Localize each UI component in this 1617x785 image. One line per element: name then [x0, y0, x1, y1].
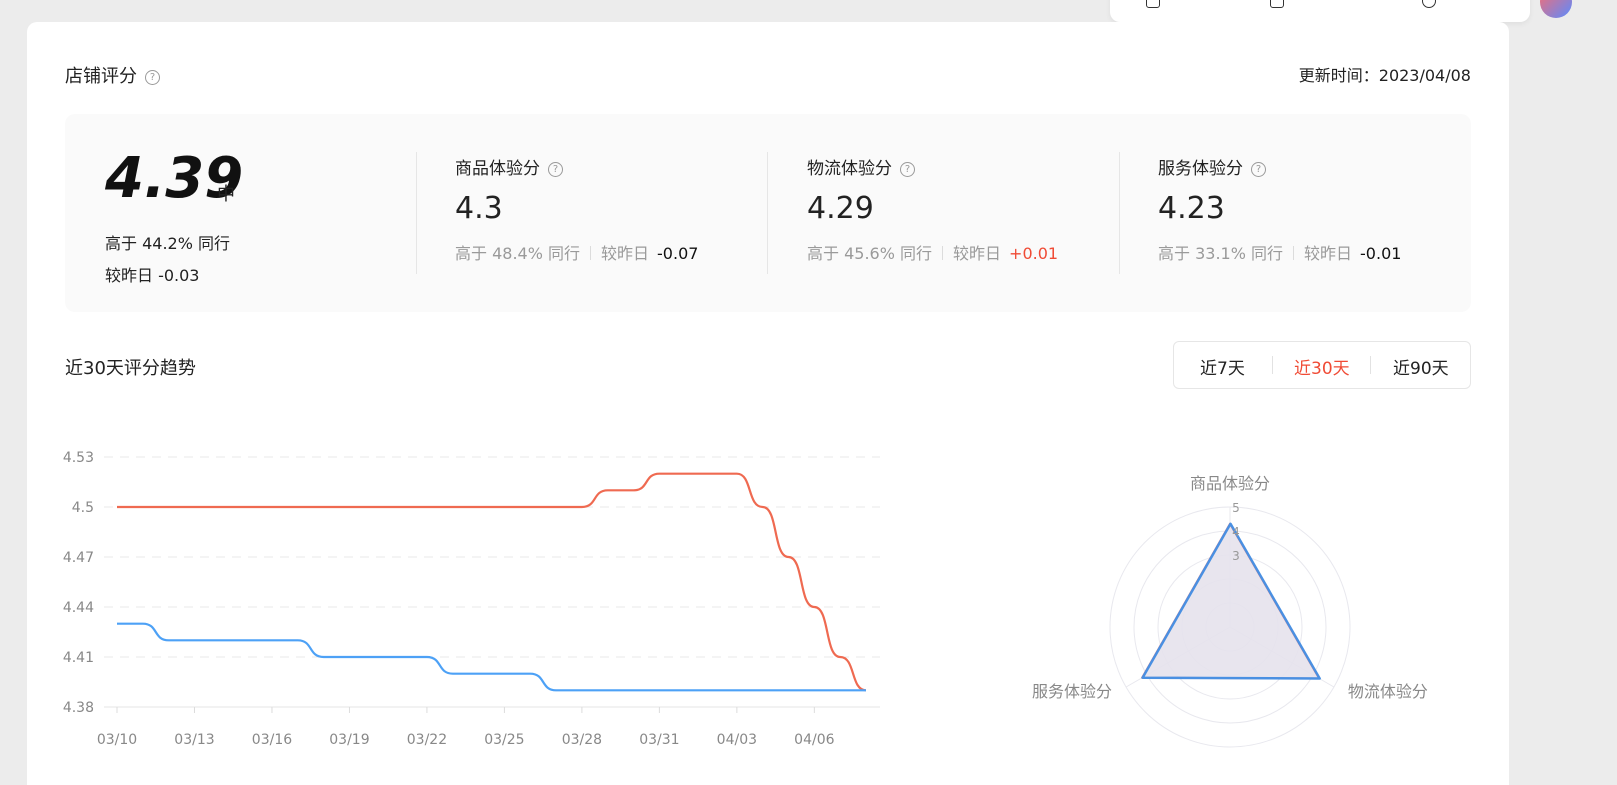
radar-axis-label: 物流体验分: [1348, 682, 1428, 701]
radar-tick-label: 3: [1232, 549, 1240, 563]
series-line-red: [117, 472, 867, 692]
x-tick-label: 04/03: [717, 732, 757, 748]
y-tick-label: 4.53: [63, 450, 94, 466]
y-tick-label: 4.38: [63, 700, 94, 716]
y-tick-label: 4.44: [63, 600, 94, 616]
x-tick-label: 03/28: [562, 732, 602, 748]
y-tick-label: 4.5: [72, 500, 94, 516]
y-tick-label: 4.41: [63, 650, 94, 666]
x-tick-label: 03/13: [174, 732, 214, 748]
x-tick-label: 03/10: [97, 732, 137, 748]
x-tick-label: 03/22: [407, 732, 447, 748]
radar-tick-label: 5: [1232, 501, 1240, 515]
radar-area: [1141, 522, 1321, 680]
x-tick-label: 03/25: [484, 732, 524, 748]
radar-tick-label: 4: [1232, 525, 1240, 539]
x-tick-label: 03/16: [252, 732, 292, 748]
y-tick-label: 4.47: [63, 550, 94, 566]
x-tick-label: 03/31: [639, 732, 679, 748]
trend-chart-svg: 4.38 4.41 4.44 4.47 4.5 4.53 03/10 03/13 03/16 03…: [63, 450, 1428, 748]
radar-axis-label: 服务体验分: [1032, 682, 1112, 701]
radar-axis-label: 商品体验分: [1190, 474, 1270, 493]
x-tick-label: 03/19: [329, 732, 369, 748]
x-tick-label: 04/06: [794, 732, 834, 748]
